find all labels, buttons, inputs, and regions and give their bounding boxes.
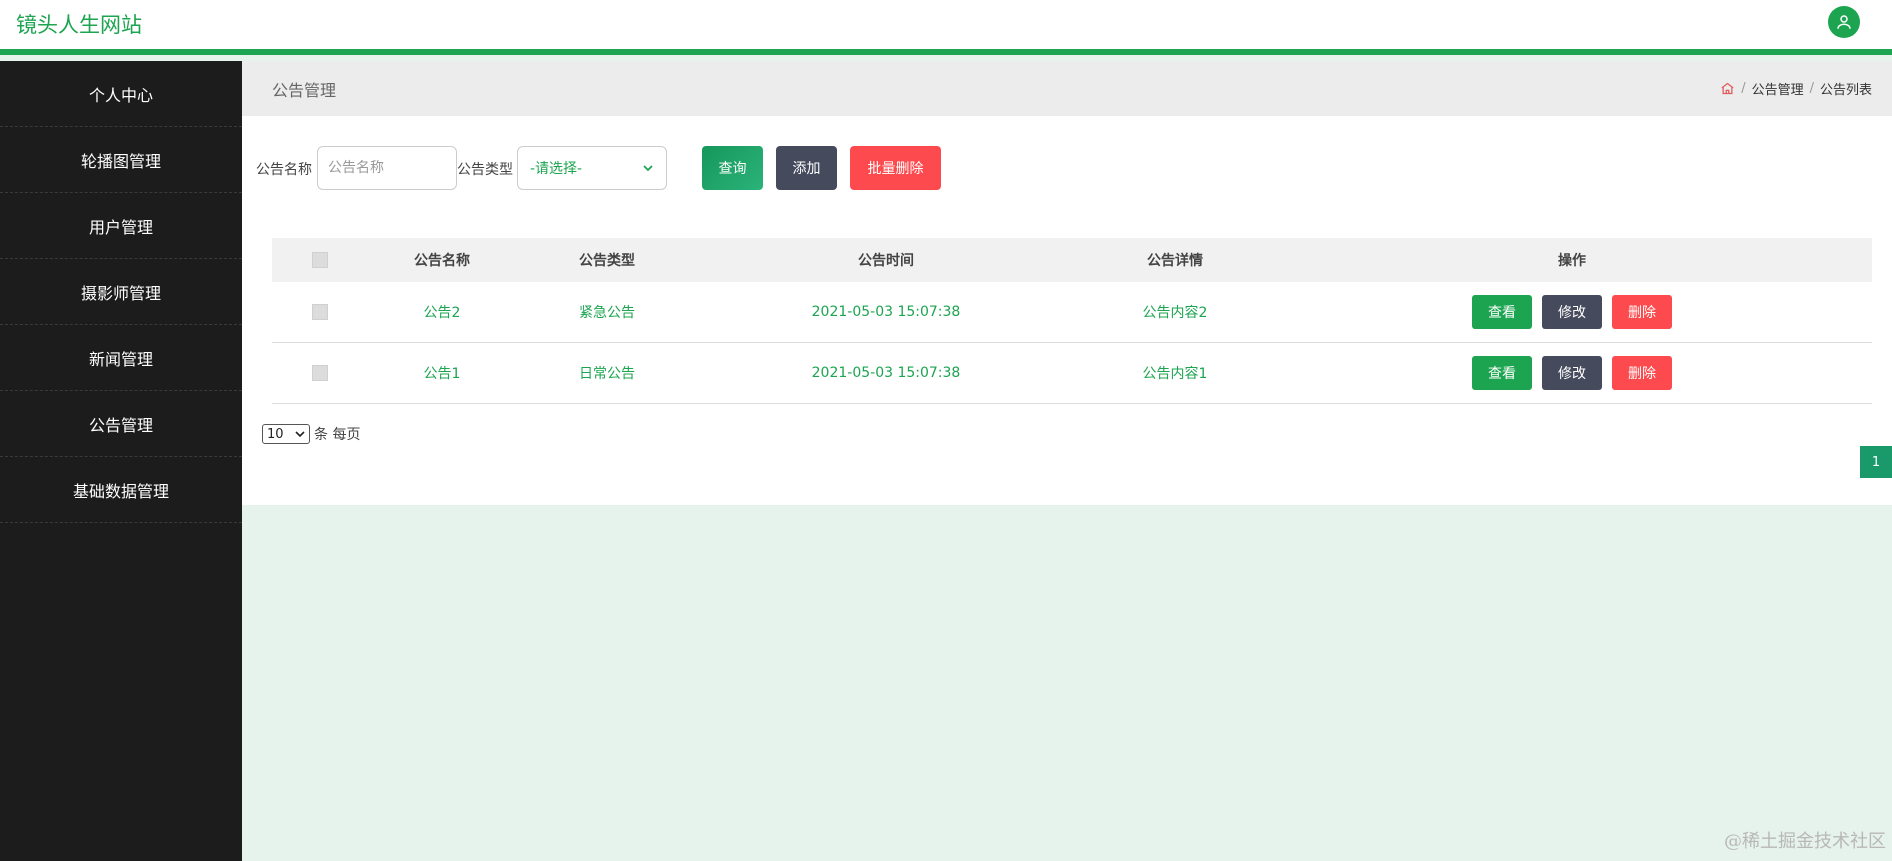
sidebar-item-carousel[interactable]: 轮播图管理 <box>0 127 242 193</box>
top-header: 镜头人生网站 <box>0 0 1892 55</box>
main-panel: 公告管理 / 公告管理 / 公告列表 公告名称 公告类型 -请选择- 查询 添加… <box>242 61 1892 505</box>
table-row: 公告1 日常公告 2021-05-03 15:07:38 公告内容1 查看 修改… <box>272 343 1872 404</box>
page-button-current[interactable]: 1 <box>1860 446 1892 478</box>
home-icon[interactable] <box>1720 81 1735 96</box>
sidebar-item-label: 用户管理 <box>88 217 153 237</box>
sidebar-item-label: 轮播图管理 <box>80 151 161 171</box>
delete-button[interactable]: 删除 <box>1612 295 1672 329</box>
column-header: 公告名称 <box>414 253 470 269</box>
row-checkbox[interactable] <box>312 365 328 381</box>
sidebar: 个人中心 轮播图管理 用户管理 摄影师管理 新闻管理 公告管理 基础数据管理 <box>0 61 242 861</box>
column-header: 操作 <box>1558 253 1586 269</box>
user-avatar-button[interactable] <box>1828 6 1860 38</box>
user-icon <box>1837 15 1851 29</box>
cell-type: 紧急公告 <box>579 305 635 321</box>
batch-delete-button[interactable]: 批量删除 <box>850 146 941 190</box>
name-filter-label: 公告名称 <box>256 162 312 178</box>
page-title: 公告管理 <box>272 80 337 100</box>
breadcrumb: / 公告管理 / 公告列表 <box>1720 79 1872 98</box>
sidebar-item-label: 公告管理 <box>88 415 153 435</box>
edit-button[interactable]: 修改 <box>1542 295 1602 329</box>
breadcrumb-separator: / <box>1809 81 1814 96</box>
sidebar-item-users[interactable]: 用户管理 <box>0 193 242 259</box>
sidebar-item-personal-center[interactable]: 个人中心 <box>0 61 242 127</box>
row-checkbox[interactable] <box>312 304 328 320</box>
query-button[interactable]: 查询 <box>702 146 763 190</box>
type-filter-value: -请选择- <box>530 161 583 177</box>
page-size-control: 10 条 每页 <box>262 424 360 444</box>
table-header: 公告名称 公告类型 公告时间 公告详情 操作 <box>272 238 1872 282</box>
sidebar-item-announcements[interactable]: 公告管理 <box>0 391 242 457</box>
chevron-down-icon <box>295 431 305 438</box>
delete-button[interactable]: 删除 <box>1612 356 1672 390</box>
watermark: @稀土掘金技术社区 <box>1724 831 1886 852</box>
cell-name: 公告1 <box>423 366 461 382</box>
sidebar-item-photographers[interactable]: 摄影师管理 <box>0 259 242 325</box>
cell-detail: 公告内容2 <box>1142 305 1208 321</box>
add-button[interactable]: 添加 <box>776 146 837 190</box>
sidebar-item-label: 摄影师管理 <box>80 283 161 303</box>
cell-type: 日常公告 <box>579 366 635 382</box>
view-button[interactable]: 查看 <box>1472 295 1532 329</box>
sidebar-item-label: 基础数据管理 <box>72 481 169 501</box>
row-actions: 查看 修改 删除 <box>1467 343 1677 403</box>
sidebar-item-label: 个人中心 <box>88 85 153 105</box>
search-toolbar: 公告名称 公告类型 -请选择- 查询 添加 批量删除 <box>242 146 1892 192</box>
type-filter-select[interactable]: -请选择- <box>517 146 667 190</box>
sidebar-item-news[interactable]: 新闻管理 <box>0 325 242 391</box>
site-title[interactable]: 镜头人生网站 <box>16 9 142 39</box>
row-actions: 查看 修改 删除 <box>1467 282 1677 342</box>
page-size-suffix: 条 每页 <box>314 427 361 443</box>
column-header: 公告类型 <box>579 253 635 269</box>
sidebar-item-base-data[interactable]: 基础数据管理 <box>0 457 242 523</box>
table-row: 公告2 紧急公告 2021-05-03 15:07:38 公告内容2 查看 修改… <box>272 282 1872 343</box>
cell-detail: 公告内容1 <box>1142 366 1208 382</box>
view-button[interactable]: 查看 <box>1472 356 1532 390</box>
select-all-checkbox[interactable] <box>312 252 328 268</box>
type-filter-label: 公告类型 <box>457 162 513 178</box>
column-header: 公告时间 <box>858 253 914 269</box>
page-header-bar: 公告管理 / 公告管理 / 公告列表 <box>242 61 1892 116</box>
cell-time: 2021-05-03 15:07:38 <box>811 304 961 320</box>
breadcrumb-separator: / <box>1741 81 1746 96</box>
column-header: 公告详情 <box>1147 253 1203 269</box>
chevron-down-icon <box>643 165 653 172</box>
announcement-table: 公告名称 公告类型 公告时间 公告详情 操作 公告2 紧急公告 2021-05-… <box>272 238 1872 404</box>
edit-button[interactable]: 修改 <box>1542 356 1602 390</box>
sidebar-item-label: 新闻管理 <box>88 349 153 369</box>
cell-name: 公告2 <box>423 305 461 321</box>
page-size-select[interactable]: 10 <box>262 424 310 444</box>
cell-time: 2021-05-03 15:07:38 <box>811 365 961 381</box>
breadcrumb-item[interactable]: 公告管理 <box>1752 79 1804 98</box>
breadcrumb-item: 公告列表 <box>1819 83 1872 98</box>
page-size-value: 10 <box>267 426 284 442</box>
name-filter-input[interactable] <box>317 146 457 190</box>
